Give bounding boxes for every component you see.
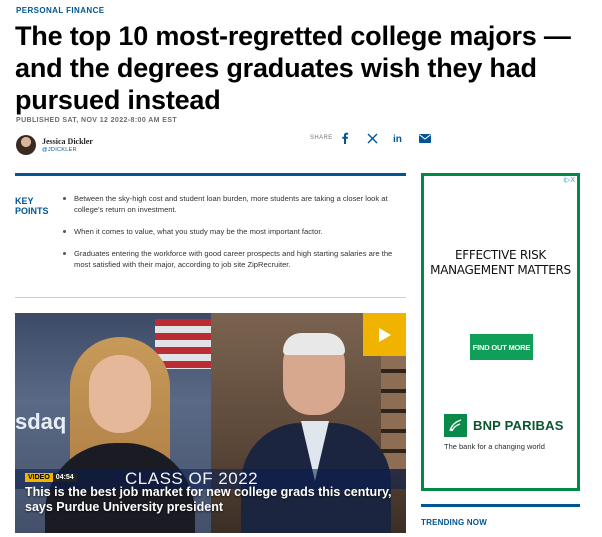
video-background-text: sdaq xyxy=(15,409,67,434)
author-name[interactable]: Jessica Dickler xyxy=(42,137,93,146)
bookshelf-backdrop xyxy=(381,349,406,469)
linkedin-icon[interactable]: in xyxy=(393,133,405,144)
video-player[interactable]: sdaq CLASS OF 2022 VIDEO 04:54 This is t… xyxy=(15,313,406,533)
key-points-divider xyxy=(15,297,406,298)
key-points-title: KEY POINTS xyxy=(15,196,49,216)
email-icon[interactable] xyxy=(418,133,431,143)
key-points-list: Between the sky-high cost and student lo… xyxy=(63,193,398,281)
trending-now-section: TRENDING NOW xyxy=(421,504,580,532)
key-point-item: Between the sky-high cost and student lo… xyxy=(63,193,398,215)
trending-now-label: TRENDING NOW xyxy=(421,518,487,527)
ad-choices-icon[interactable]: i▷X xyxy=(563,176,575,184)
play-button[interactable] xyxy=(363,313,406,356)
ad-headline: EFFECTIVE RISK MANAGEMENT MATTERS xyxy=(430,248,571,277)
video-title[interactable]: This is the best job market for new coll… xyxy=(25,485,403,515)
facebook-icon[interactable] xyxy=(341,132,353,144)
ad-cta-button[interactable]: FIND OUT MORE xyxy=(470,334,533,360)
share-label: SHARE xyxy=(310,135,333,141)
share-bar: SHARE in xyxy=(310,132,445,144)
section-label[interactable]: PERSONAL FINANCE xyxy=(16,6,104,15)
video-duration: 04:54 xyxy=(52,473,77,482)
play-icon xyxy=(378,327,391,342)
svg-text:in: in xyxy=(393,134,402,144)
anchor-face xyxy=(89,355,151,433)
ad-brand-name: BNP PARIBAS xyxy=(473,418,564,433)
x-icon[interactable] xyxy=(367,133,379,144)
video-label: VIDEO xyxy=(25,473,53,482)
author-text: Jessica Dickler @JDICKLER xyxy=(42,137,93,153)
video-tag: VIDEO 04:54 xyxy=(25,473,77,482)
author-avatar[interactable] xyxy=(16,135,36,155)
advertisement[interactable]: i▷X EFFECTIVE RISK MANAGEMENT MATTERS FI… xyxy=(421,173,580,491)
published-date: PUBLISHED SAT, NOV 12 2022-8:00 AM EST xyxy=(16,117,178,124)
key-points-box: KEY POINTS Between the sky-high cost and… xyxy=(15,173,406,298)
key-point-item: Graduates entering the workforce with go… xyxy=(63,248,398,270)
guest-hair xyxy=(283,333,345,355)
article-headline: The top 10 most-regretted college majors… xyxy=(15,21,571,115)
author-handle[interactable]: @JDICKLER xyxy=(42,147,93,153)
ad-tagline: The bank for a changing world xyxy=(444,442,545,451)
ad-brand: BNP PARIBAS xyxy=(444,414,564,437)
bnp-logo-icon xyxy=(444,414,467,437)
author-byline: Jessica Dickler @JDICKLER xyxy=(16,135,93,155)
key-point-item: When it comes to value, what you study m… xyxy=(63,226,398,237)
